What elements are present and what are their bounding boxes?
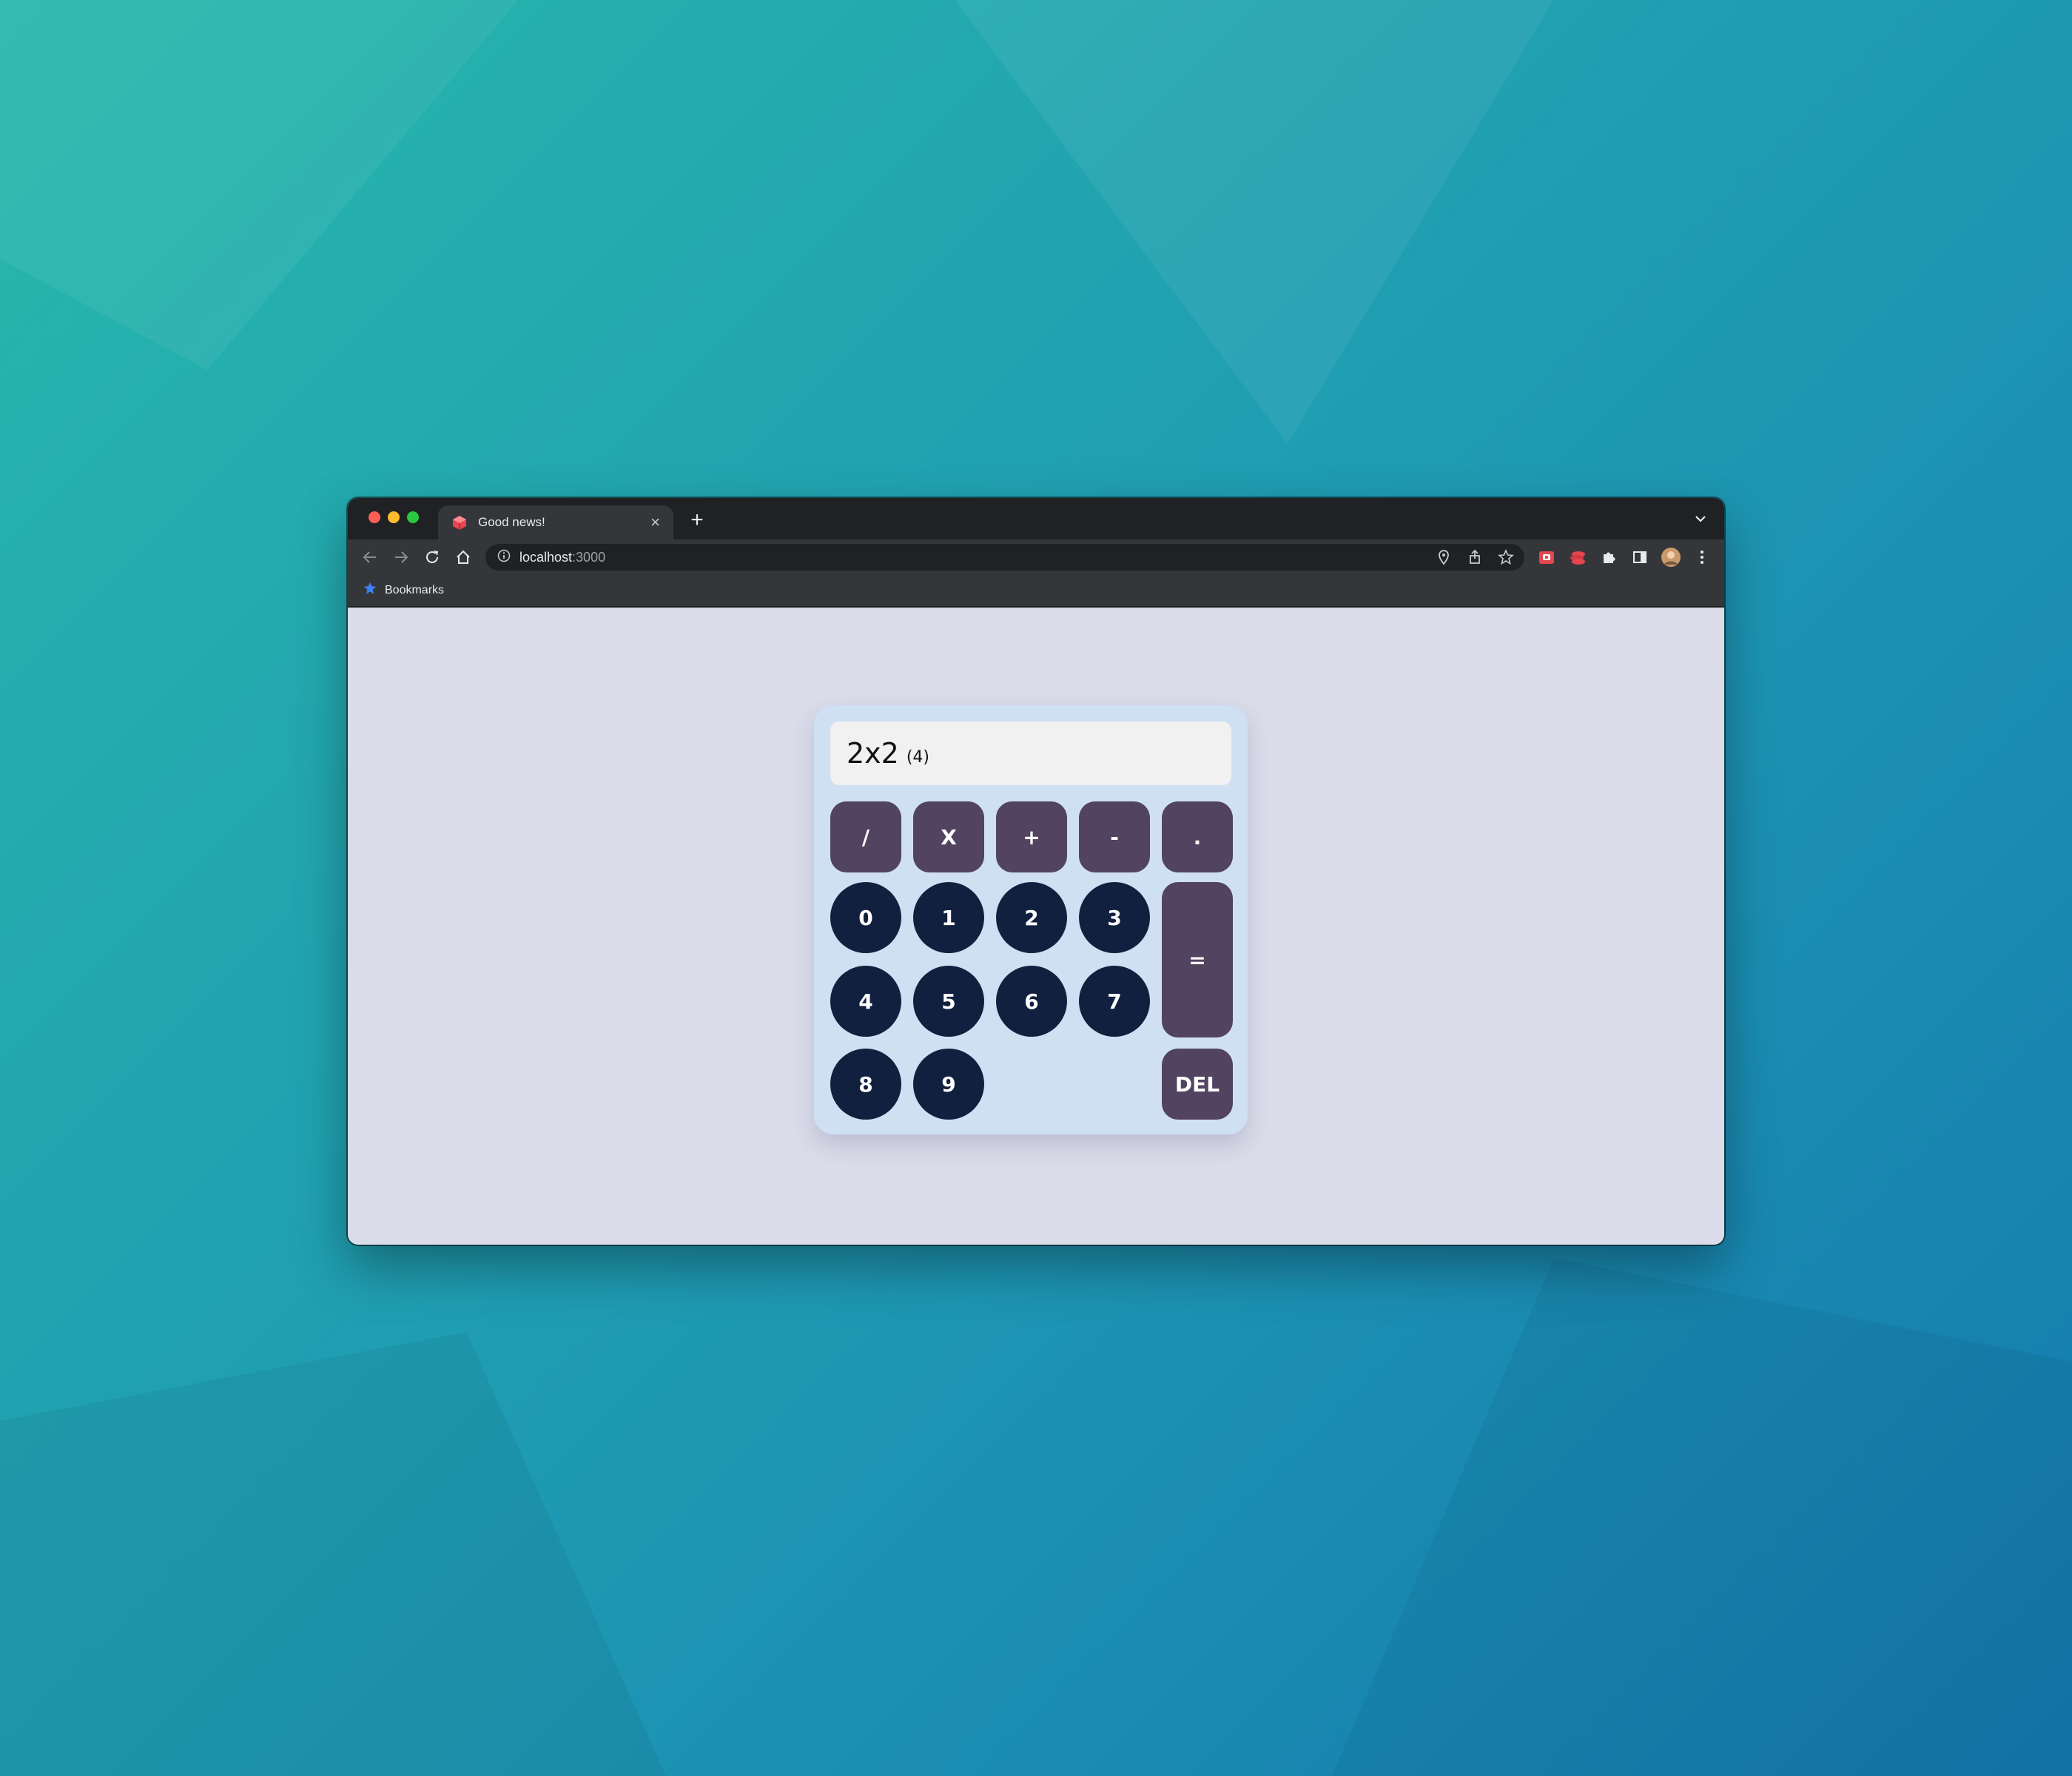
calculator-display: 2x2 (4) xyxy=(830,722,1231,785)
maximize-window-button[interactable] xyxy=(407,511,419,523)
digit-0-button[interactable]: 0 xyxy=(830,882,901,953)
display-expression: 2x2 xyxy=(847,737,899,770)
digit-4-button[interactable]: 4 xyxy=(830,966,901,1037)
digit-9-button[interactable]: 9 xyxy=(913,1049,984,1120)
bookmarks-folder[interactable]: Bookmarks xyxy=(363,581,444,599)
tab-search-chevron-icon[interactable] xyxy=(1692,510,1709,528)
digit-3-button[interactable]: 3 xyxy=(1079,882,1150,953)
home-icon[interactable] xyxy=(454,548,472,566)
location-pin-icon[interactable] xyxy=(1436,549,1452,569)
close-window-button[interactable] xyxy=(369,511,380,523)
tab-title: Good news! xyxy=(478,515,545,529)
share-icon[interactable] xyxy=(1467,549,1483,569)
browser-toolbar: localhost:3000 xyxy=(348,539,1724,575)
minimize-window-button[interactable] xyxy=(388,511,400,523)
background-facet xyxy=(1332,1258,2072,1776)
tab-active[interactable]: Good news! × xyxy=(438,505,673,539)
delete-button[interactable]: DEL xyxy=(1162,1049,1233,1120)
digit-5-button[interactable]: 5 xyxy=(913,966,984,1037)
page-viewport: 2x2 (4) / X + - . 0 1 2 3 = 4 5 6 7 8 9 … xyxy=(348,608,1724,1245)
digit-2-button[interactable]: 2 xyxy=(996,882,1067,953)
display-result: (4) xyxy=(906,747,930,767)
window-controls xyxy=(369,511,419,523)
url-port: :3000 xyxy=(572,549,606,565)
star-icon xyxy=(363,581,377,599)
background-facet xyxy=(0,1332,666,1776)
equals-button[interactable]: = xyxy=(1162,882,1233,1037)
background-facet xyxy=(0,0,518,370)
browser-window: Good news! × + localhost:3000 Bookmarks… xyxy=(348,498,1724,1245)
forward-arrow-icon[interactable] xyxy=(392,548,410,566)
bookmark-star-icon[interactable] xyxy=(1498,548,1514,569)
multiply-button[interactable]: X xyxy=(913,801,984,872)
calculator: 2x2 (4) / X + - . 0 1 2 3 = 4 5 6 7 8 9 … xyxy=(814,705,1248,1134)
back-arrow-icon[interactable] xyxy=(361,548,379,566)
address-bar-actions xyxy=(1436,548,1514,569)
digit-7-button[interactable]: 7 xyxy=(1079,966,1150,1037)
red-toolbox-extension-icon[interactable] xyxy=(1536,547,1557,568)
digit-8-button[interactable]: 8 xyxy=(830,1049,901,1120)
digit-6-button[interactable]: 6 xyxy=(996,966,1067,1037)
red-stack-extension-icon[interactable] xyxy=(1567,547,1588,568)
tab-strip: Good news! × + xyxy=(348,498,1724,539)
address-bar[interactable]: localhost:3000 xyxy=(485,544,1524,571)
url-host: localhost xyxy=(519,549,573,565)
red-cube-icon xyxy=(451,514,468,531)
background-facet xyxy=(955,0,1554,444)
side-panel-icon[interactable] xyxy=(1629,547,1650,568)
tab-close-button[interactable]: × xyxy=(650,514,660,531)
divide-button[interactable]: / xyxy=(830,801,901,872)
extensions-puzzle-icon[interactable] xyxy=(1598,547,1619,568)
avatar[interactable] xyxy=(1661,547,1681,568)
decimal-button[interactable]: . xyxy=(1162,801,1233,872)
info-icon[interactable] xyxy=(497,549,511,566)
digit-1-button[interactable]: 1 xyxy=(913,882,984,953)
reload-icon[interactable] xyxy=(423,548,441,566)
bookmarks-label: Bookmarks xyxy=(385,583,445,596)
subtract-button[interactable]: - xyxy=(1079,801,1150,872)
plus-icon: + xyxy=(690,508,704,532)
new-tab-button[interactable]: + xyxy=(682,507,712,534)
add-button[interactable]: + xyxy=(996,801,1067,872)
bookmarks-bar: Bookmarks xyxy=(348,575,1724,608)
kebab-menu-icon[interactable] xyxy=(1692,547,1712,568)
